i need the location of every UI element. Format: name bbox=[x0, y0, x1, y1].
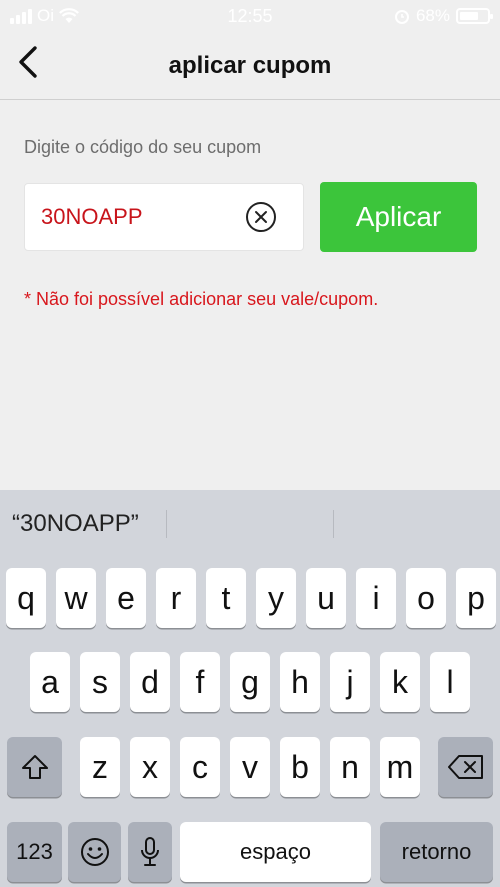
keyboard: “30NOAPP” qwertyuiop asdfghjkl zxcvbnm 123… bbox=[0, 490, 500, 887]
error-message: * Não foi possível adicionar seu vale/cu… bbox=[24, 289, 379, 309]
numbers-key[interactable]: 123 bbox=[7, 822, 62, 882]
clear-input-button[interactable] bbox=[245, 201, 277, 233]
key-b[interactable]: b bbox=[280, 737, 320, 797]
key-l[interactable]: l bbox=[430, 652, 470, 712]
key-o[interactable]: o bbox=[406, 568, 446, 628]
shift-icon bbox=[21, 755, 48, 779]
suggestion-divider bbox=[166, 510, 167, 538]
key-g[interactable]: g bbox=[230, 652, 270, 712]
nav-bar: aplicar cupom bbox=[0, 32, 500, 100]
key-h[interactable]: h bbox=[280, 652, 320, 712]
microphone-icon bbox=[141, 837, 159, 866]
key-k[interactable]: k bbox=[380, 652, 420, 712]
key-w[interactable]: w bbox=[56, 568, 96, 628]
key-u[interactable]: u bbox=[306, 568, 346, 628]
key-q[interactable]: q bbox=[6, 568, 46, 628]
close-circle-icon bbox=[246, 202, 276, 232]
shift-key[interactable] bbox=[7, 737, 62, 797]
backspace-key[interactable] bbox=[438, 737, 493, 797]
coupon-code-input[interactable] bbox=[41, 184, 241, 250]
key-r[interactable]: r bbox=[156, 568, 196, 628]
apply-button[interactable]: Aplicar bbox=[320, 182, 477, 252]
backspace-icon bbox=[447, 755, 483, 779]
emoji-icon bbox=[80, 838, 109, 866]
battery-icon bbox=[456, 8, 493, 24]
key-e[interactable]: e bbox=[106, 568, 146, 628]
coupon-field bbox=[24, 183, 304, 251]
key-i[interactable]: i bbox=[356, 568, 396, 628]
microphone-key[interactable] bbox=[128, 822, 172, 882]
key-x[interactable]: x bbox=[130, 737, 170, 797]
battery-percent: 68% bbox=[415, 6, 450, 25]
coupon-prompt-label: Digite o código do seu cupom bbox=[24, 137, 262, 157]
key-s[interactable]: s bbox=[80, 652, 120, 712]
space-key[interactable]: espaço bbox=[180, 822, 371, 882]
page-title: aplicar cupom bbox=[168, 52, 332, 79]
emoji-key[interactable] bbox=[68, 822, 121, 882]
battery-fill bbox=[460, 12, 478, 20]
status-bar: Oi 12:55 68% bbox=[0, 0, 500, 32]
suggestion-bar: “30NOAPP” bbox=[0, 490, 500, 556]
alarm-icon bbox=[394, 10, 409, 24]
key-f[interactable]: f bbox=[180, 652, 220, 712]
key-a[interactable]: a bbox=[30, 652, 70, 712]
key-n[interactable]: n bbox=[330, 737, 370, 797]
key-d[interactable]: d bbox=[130, 652, 170, 712]
status-right: 68% bbox=[394, 6, 493, 26]
suggestion-item[interactable]: “30NOAPP” bbox=[12, 510, 139, 538]
key-m[interactable]: m bbox=[380, 737, 420, 797]
key-p[interactable]: p bbox=[456, 568, 496, 628]
key-v[interactable]: v bbox=[230, 737, 270, 797]
suggestion-divider bbox=[333, 510, 334, 538]
key-t[interactable]: t bbox=[206, 568, 246, 628]
key-y[interactable]: y bbox=[256, 568, 296, 628]
key-z[interactable]: z bbox=[80, 737, 120, 797]
key-j[interactable]: j bbox=[330, 652, 370, 712]
return-key[interactable]: retorno bbox=[380, 822, 493, 882]
key-c[interactable]: c bbox=[180, 737, 220, 797]
